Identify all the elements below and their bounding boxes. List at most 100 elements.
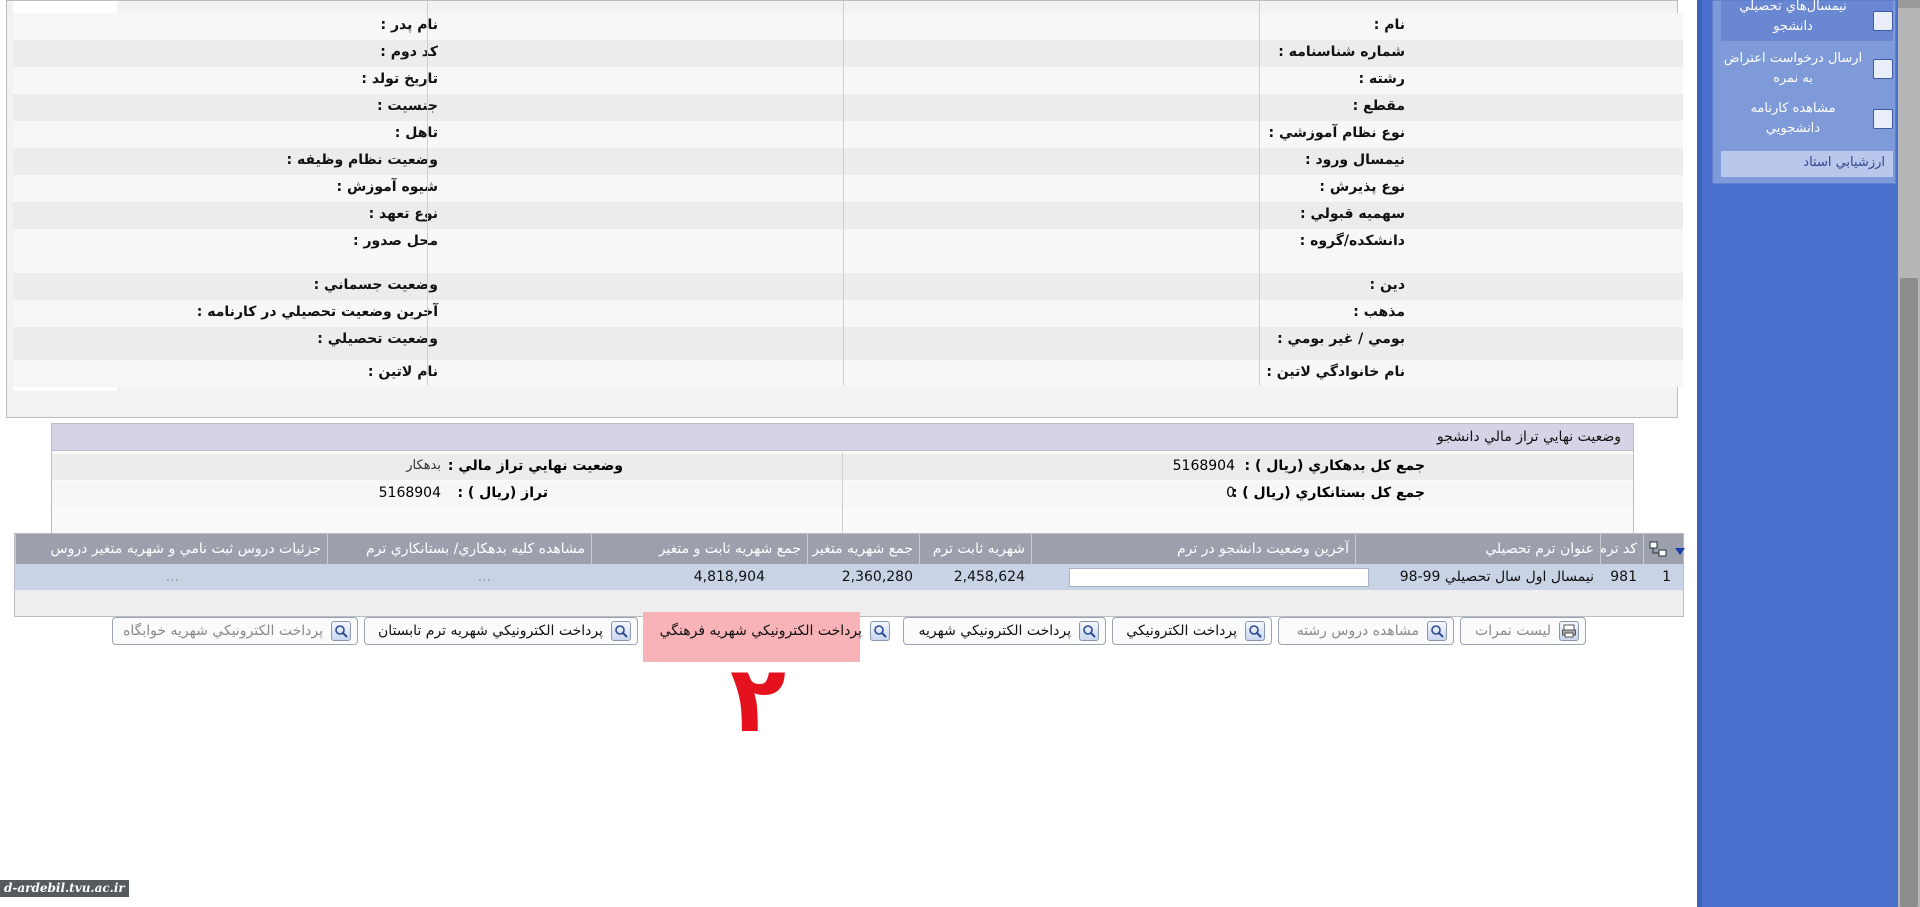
info-row: نام خانوادگي لاتين : نام لاتين : (13, 360, 1683, 387)
info-label: دانشکده/گروه : (1299, 233, 1405, 249)
table-row[interactable]: 1 981 نيمسال اول سال تحصيلي 99-98 2,458,… (15, 564, 1683, 590)
info-label: نوع نظام آموزشي : (1268, 125, 1405, 141)
info-label: نوع پذيرش : (1319, 179, 1405, 195)
columns-icon[interactable] (1643, 534, 1667, 564)
button-label: پرداخت الکترونيکي (1126, 623, 1237, 639)
info-row: سهميه قبولي : نوع تعهد : (13, 202, 1683, 229)
finance-summary-panel: وضعيت نهايي تراز مالي دانشجو جمع کل بدهک… (51, 423, 1634, 536)
total-debt-value: 5168904 (1172, 458, 1235, 474)
total-credit-label: جمع کل بستانکاري (ريال ) : (1231, 485, 1425, 501)
epay-button[interactable]: پرداخت الکترونيکي (1112, 617, 1272, 645)
info-row: مذهب : آخرين وضعيت تحصيلي در کارنامه : (13, 300, 1683, 327)
col-course-details[interactable]: جزئيات دروس ثبت نامي و شهريه متغير دروس (15, 534, 327, 564)
info-label: وضعيت نظام وظيفه : (286, 152, 438, 168)
column-divider (843, 1, 844, 386)
info-row: مقطع : جنسيت : (13, 94, 1683, 121)
info-label: وضعيت تحصيلي : (317, 331, 438, 347)
sidebar-menu: نيمسال‌هاي تحصيلي دانشجو ارسال درخواست ا… (1712, 0, 1896, 184)
info-row: نوع نظام آموزشي : تاهل : (13, 121, 1683, 148)
info-label: کد دوم : (380, 44, 438, 60)
expand-icon[interactable] (1667, 534, 1685, 564)
cell-variable-fee: 2,360,280 (841, 569, 913, 585)
site-watermark: d-ardebil.tvu.ac.ir (0, 880, 129, 897)
info-label: نام پدر : (380, 17, 438, 33)
sidebar-item-label: ارسال درخواست اعتراض به نمره (1723, 51, 1863, 86)
button-label: پرداخت الکترونيکي شهريه (918, 623, 1071, 639)
info-label: سهميه قبولي : (1299, 206, 1405, 222)
epay-dorm-button[interactable]: پرداخت الکترونيکي شهريه خوابگاه (112, 617, 358, 645)
info-row: دين : وضعيت جسماني : (13, 273, 1683, 300)
scrollbar-thumb[interactable] (1900, 278, 1918, 907)
magnifier-icon (611, 621, 631, 641)
epay-tuition-button[interactable]: پرداخت الکترونيکي شهريه (903, 617, 1106, 645)
sidebar-item-grade-appeal[interactable]: ارسال درخواست اعتراض به نمره (1721, 49, 1893, 93)
info-row: نوع پذيرش : شيوه آموزش : (13, 175, 1683, 202)
term-table: کد ترم عنوان ترم تحصيلي آخرين وضعيت دانش… (14, 533, 1685, 617)
info-row: نام : نام پدر : (13, 13, 1683, 40)
cell-term-code: 981 (1610, 569, 1637, 585)
sidebar-divider (1697, 0, 1702, 907)
col-view-debts[interactable]: مشاهده کليه بدهکاري/ بستانکاري ترم (327, 534, 591, 564)
col-term-code[interactable]: کد ترم (1600, 534, 1643, 564)
cell-total-fee: 4,818,904 (693, 569, 765, 585)
balance-label: تراز (ريال ) : (457, 485, 548, 501)
cell-last-status (1069, 568, 1369, 587)
magnifier-icon (870, 621, 890, 641)
step-number-annotation: ۲ (729, 646, 787, 753)
finance-title: وضعيت نهايي تراز مالي دانشجو (52, 424, 1633, 451)
info-label: آخرين وضعيت تحصيلي در کارنامه : (196, 304, 438, 320)
printer-icon (1559, 621, 1579, 641)
magnifier-icon (1079, 621, 1099, 641)
magnifier-icon (331, 621, 351, 641)
info-label: دين : (1369, 277, 1405, 293)
epay-summer-button[interactable]: پرداخت الکترونيکي شهريه ترم تابستان (364, 617, 638, 645)
info-row: رشته : تاريخ تولد : (13, 67, 1683, 94)
col-total-fee[interactable]: جمع شهريه ثابت و متغير (591, 534, 807, 564)
view-courses-button[interactable]: مشاهده دروس رشته (1278, 617, 1454, 645)
info-label: نام : (1373, 17, 1405, 33)
final-status-label: وضعيت نهايي تراز مالي : (447, 458, 623, 474)
info-label: تاهل : (394, 125, 438, 141)
column-divider (842, 452, 843, 536)
info-label: مذهب : (1353, 304, 1405, 320)
info-label: نيمسال ورود : (1304, 152, 1405, 168)
button-label: ليست نمرات (1475, 623, 1551, 639)
button-label: پرداخت الکترونيکي شهريه ترم تابستان (378, 623, 603, 639)
info-label: جنسيت : (376, 98, 438, 114)
total-debt-label: جمع کل بدهکاري (ريال ) : (1244, 458, 1425, 474)
sidebar-item-transcript[interactable]: مشاهده کارنامه دانشجويي (1721, 99, 1893, 143)
button-label: مشاهده دروس رشته (1296, 623, 1419, 639)
sidebar-item-label: مشاهده کارنامه دانشجويي (1750, 101, 1836, 136)
sidebar-item-label: نيمسال‌هاي تحصيلي دانشجو (1739, 0, 1847, 34)
info-label: نام خانوادگي لاتين : (1266, 364, 1405, 380)
cell-view-debts-link[interactable]: ... (327, 564, 497, 590)
balance-value: 5168904 (378, 485, 441, 501)
lock-icon (1873, 59, 1893, 79)
info-label: محل صدور : (353, 233, 438, 249)
info-label: شيوه آموزش : (336, 179, 439, 195)
scroll-up-button[interactable] (1898, 0, 1920, 8)
info-label: مقطع : (1352, 98, 1405, 114)
col-variable-fee[interactable]: جمع شهريه متغير ترم (807, 534, 919, 564)
cell-fixed-fee: 2,458,624 (953, 569, 1025, 585)
magnifier-icon (1245, 621, 1265, 641)
cell-term-title: نيمسال اول سال تحصيلي 99-98 (1399, 569, 1594, 585)
button-label: پرداخت الکترونيکي شهريه خوابگاه (123, 623, 323, 639)
sidebar-item-semesters[interactable]: نيمسال‌هاي تحصيلي دانشجو (1721, 0, 1893, 37)
sidebar-item-teacher-evaluation[interactable]: ارزشيابي استاد (1721, 151, 1893, 177)
info-label: رشته : (1358, 71, 1405, 87)
lock-icon (1873, 11, 1893, 31)
col-term-title[interactable]: عنوان ترم تحصيلي (1355, 534, 1600, 564)
col-fixed-fee[interactable]: شهريه ثابت ترم (919, 534, 1031, 564)
total-credit-value: 0 (1226, 485, 1235, 501)
info-label: شماره شناسنامه : (1278, 44, 1405, 60)
magnifier-icon (1427, 621, 1447, 641)
button-label: پرداخت الکترونيکي شهريه فرهنگي (659, 623, 862, 639)
col-last-status[interactable]: آخرين وضعيت دانشجو در ترم (1031, 534, 1355, 564)
epay-cultural-button[interactable]: پرداخت الکترونيکي شهريه فرهنگي (645, 617, 897, 645)
report-icon (1873, 109, 1893, 129)
grades-list-button[interactable]: ليست نمرات (1460, 617, 1586, 645)
cell-course-details-link[interactable]: ... (15, 564, 185, 590)
row-index: 1 (1662, 569, 1671, 585)
info-row: شماره شناسنامه : کد دوم : (13, 40, 1683, 67)
